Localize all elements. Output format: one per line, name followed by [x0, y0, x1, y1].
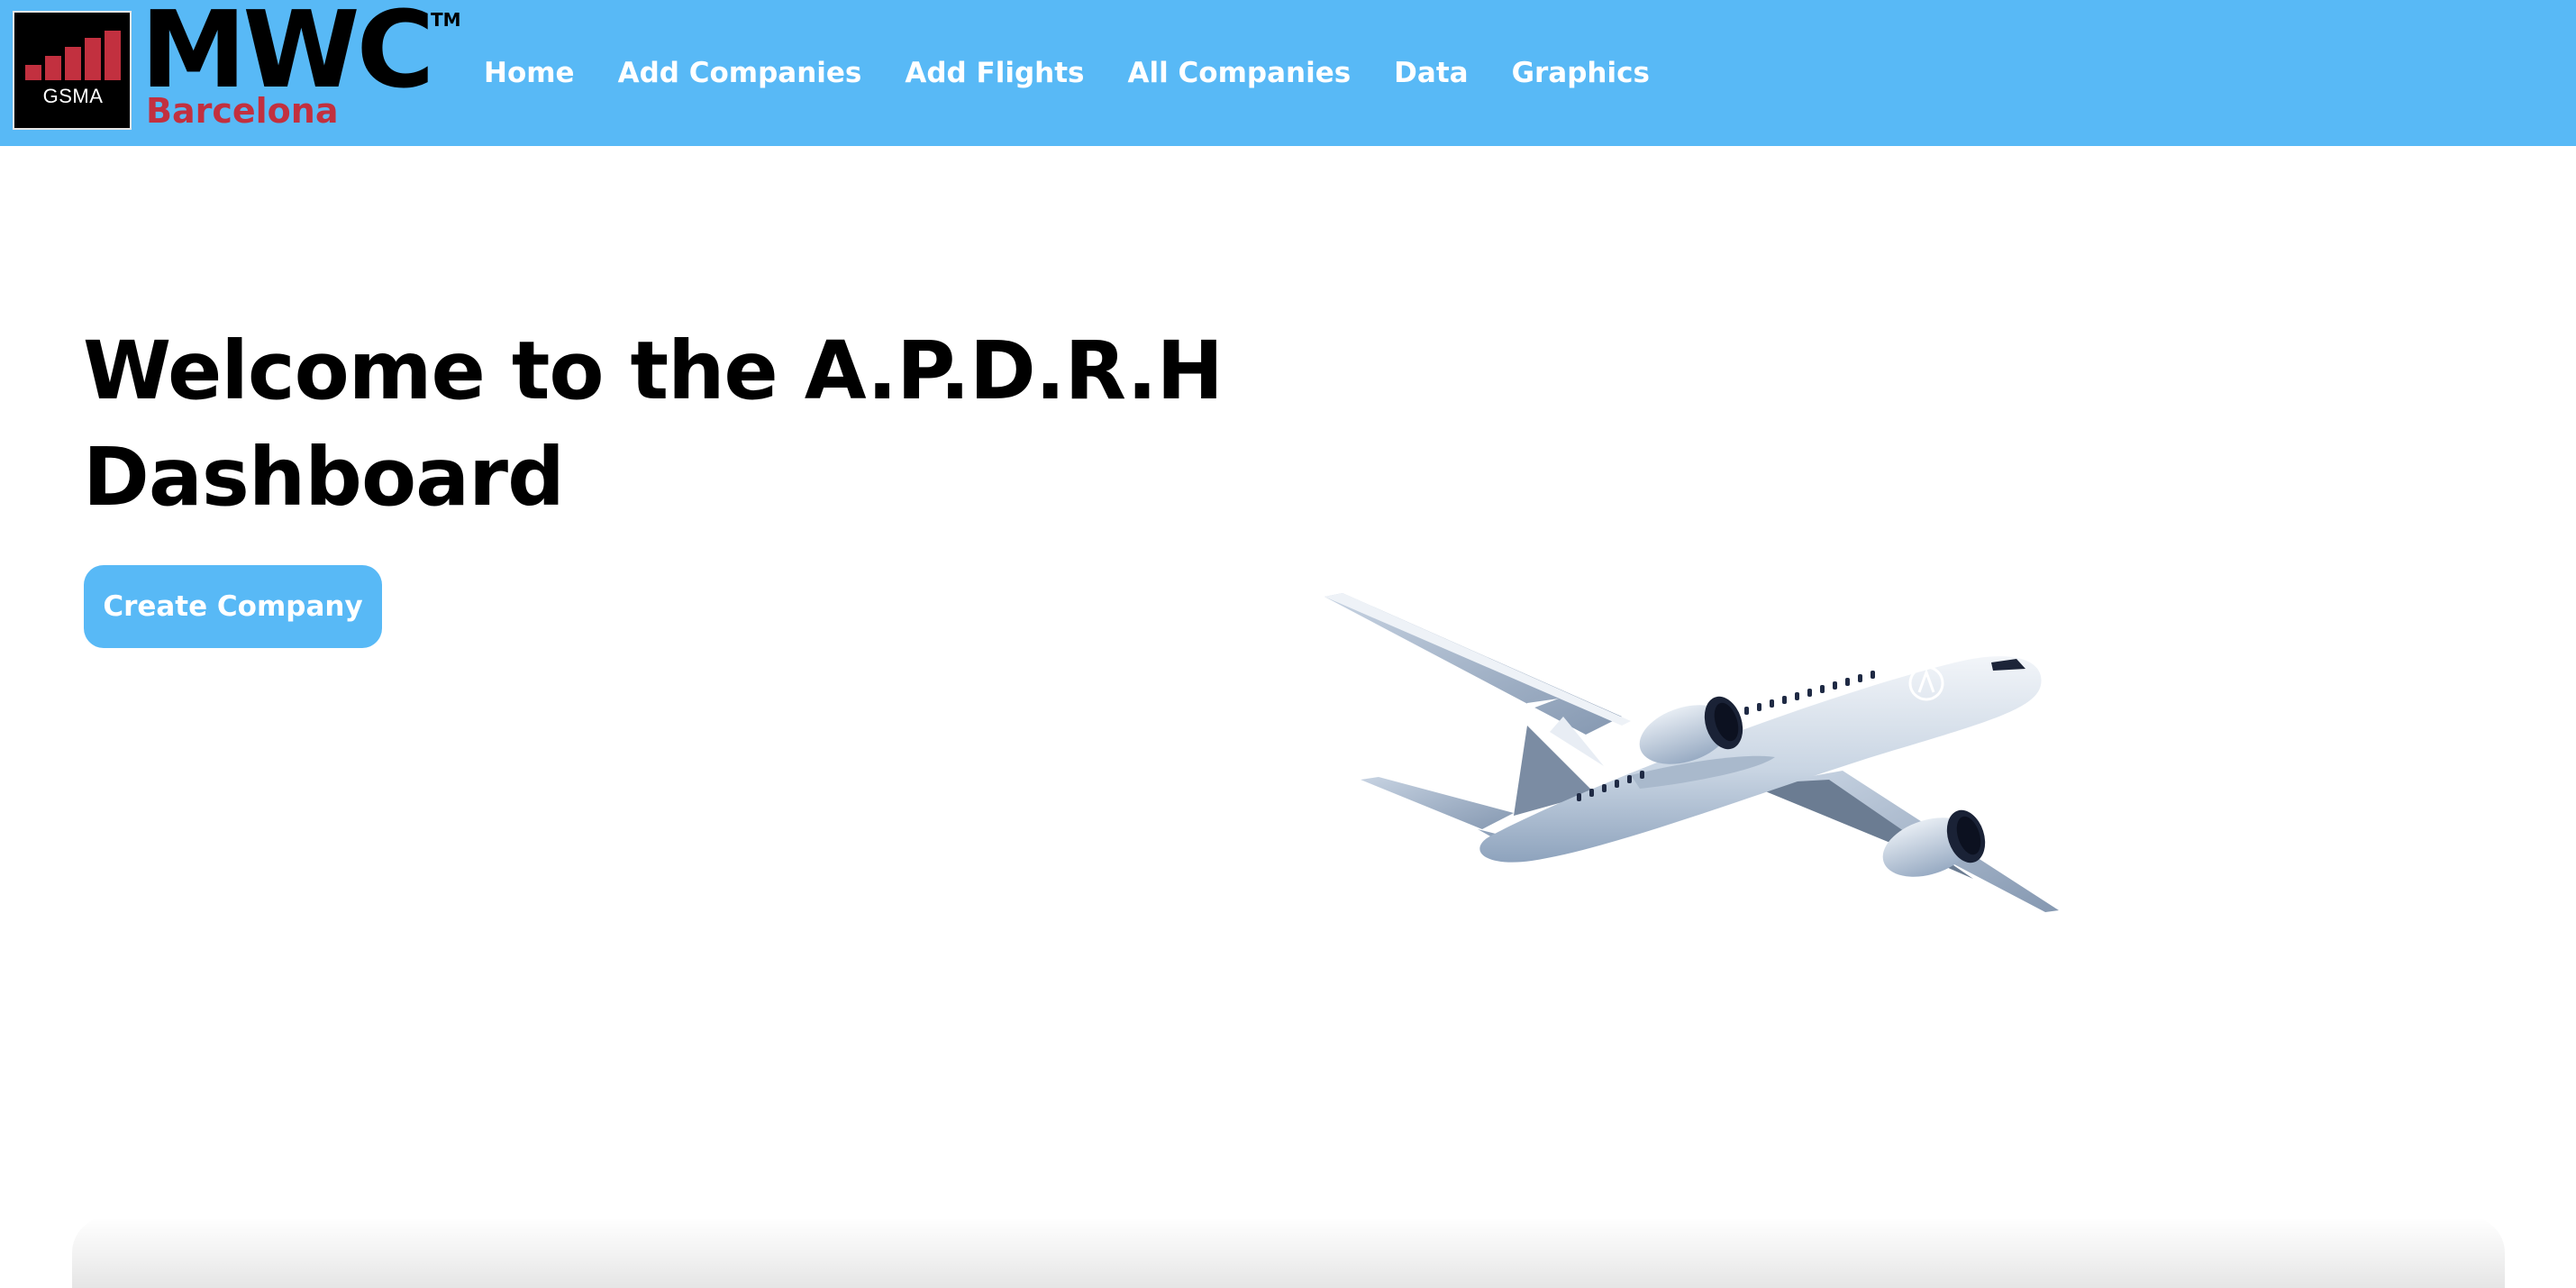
- page-title-line-1: Welcome to the A.P.D.R.H: [83, 324, 1224, 417]
- page-title: Welcome to the A.P.D.R.H Dashboard: [83, 317, 1344, 530]
- airplane-illustration-icon: [1324, 593, 2059, 912]
- nav-add-flights[interactable]: Add Flights: [905, 57, 1084, 89]
- nav-home[interactable]: Home: [484, 57, 575, 89]
- mwc-barcelona-logo[interactable]: GSMA MWC TM Barcelona: [9, 0, 461, 133]
- brand-city: Barcelona: [146, 91, 339, 131]
- nav-add-companies[interactable]: Add Companies: [618, 57, 862, 89]
- signal-bars-icon: [25, 31, 121, 80]
- main-nav: Home Add Companies Add Flights All Compa…: [484, 0, 1693, 146]
- gsma-logo: GSMA: [13, 11, 132, 130]
- brand-name: MWC: [141, 0, 434, 112]
- page-title-line-2: Dashboard: [83, 430, 565, 524]
- section-shadow: [72, 1217, 2505, 1288]
- nav-data[interactable]: Data: [1394, 57, 1468, 89]
- gsma-label: GSMA: [42, 85, 104, 107]
- create-company-button[interactable]: Create Company: [84, 565, 382, 648]
- nav-graphics[interactable]: Graphics: [1512, 57, 1650, 89]
- nav-all-companies[interactable]: All Companies: [1128, 57, 1352, 89]
- trademark-mark: TM: [431, 9, 461, 31]
- top-navbar: GSMA MWC TM Barcelona Home Add Companies…: [0, 0, 2576, 146]
